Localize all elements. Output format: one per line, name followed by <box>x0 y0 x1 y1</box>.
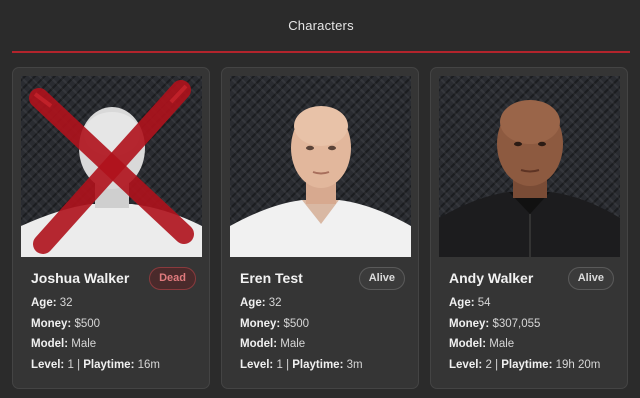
character-name: Joshua Walker <box>31 270 130 286</box>
model-line: Model: Male <box>240 338 306 350</box>
level-playtime-line: Level: 1 | Playtime: 16m <box>31 358 160 371</box>
level-value: 1 <box>67 358 74 371</box>
money-line: Money: $500 <box>240 317 310 330</box>
playtime-value: 16m <box>137 358 160 371</box>
age-value: 32 <box>268 297 282 309</box>
playtime-value: 19h 20m <box>555 358 601 371</box>
model-value: Male <box>280 338 306 350</box>
character-name: Eren Test <box>240 270 303 286</box>
level-playtime-line: Level: 1 | Playtime: 3m <box>240 358 363 371</box>
age-value: 54 <box>477 297 491 309</box>
model-value: Male <box>489 338 515 350</box>
character-portrait-crossed-out-icon <box>21 80 202 257</box>
status-badge: Dead <box>149 266 196 290</box>
character-portrait-icon <box>230 106 411 257</box>
character-list: Joshua Walker Dead Age: 32 Money: $500 M… <box>12 67 631 389</box>
age-line: Age: 54 <box>449 297 491 309</box>
money-line: Money: $307,055 <box>449 317 541 330</box>
age-value: 32 <box>59 297 73 309</box>
character-portrait-icon <box>439 100 620 257</box>
status-badge: Alive <box>358 266 405 290</box>
money-value: $307,055 <box>492 317 541 330</box>
status-badge: Alive <box>567 266 614 290</box>
character-card-eren-test[interactable]: Eren Test Alive Age: 32 Money: $500 Mode… <box>221 67 419 389</box>
character-name: Andy Walker <box>449 270 534 286</box>
page-title: Characters <box>288 18 354 33</box>
level-value: 2 <box>485 358 492 371</box>
money-line: Money: $500 <box>31 317 101 330</box>
money-value: $500 <box>283 317 310 330</box>
character-portrait <box>230 76 411 257</box>
age-line: Age: 32 <box>240 297 282 309</box>
playtime-value: 3m <box>346 358 363 371</box>
level-playtime-line: Level: 2 | Playtime: 19h 20m <box>449 358 601 371</box>
character-card-joshua-walker[interactable]: Joshua Walker Dead Age: 32 Money: $500 M… <box>12 67 210 389</box>
character-portrait <box>21 76 202 257</box>
model-line: Model: Male <box>449 338 515 350</box>
model-value: Male <box>71 338 97 350</box>
age-line: Age: 32 <box>31 297 73 309</box>
model-line: Model: Male <box>31 338 97 350</box>
character-portrait <box>439 76 620 257</box>
characters-header: Characters <box>12 0 630 53</box>
character-card-andy-walker[interactable]: Andy Walker Alive Age: 54 Money: $307,05… <box>430 67 628 389</box>
level-value: 1 <box>276 358 283 371</box>
money-value: $500 <box>74 317 101 330</box>
